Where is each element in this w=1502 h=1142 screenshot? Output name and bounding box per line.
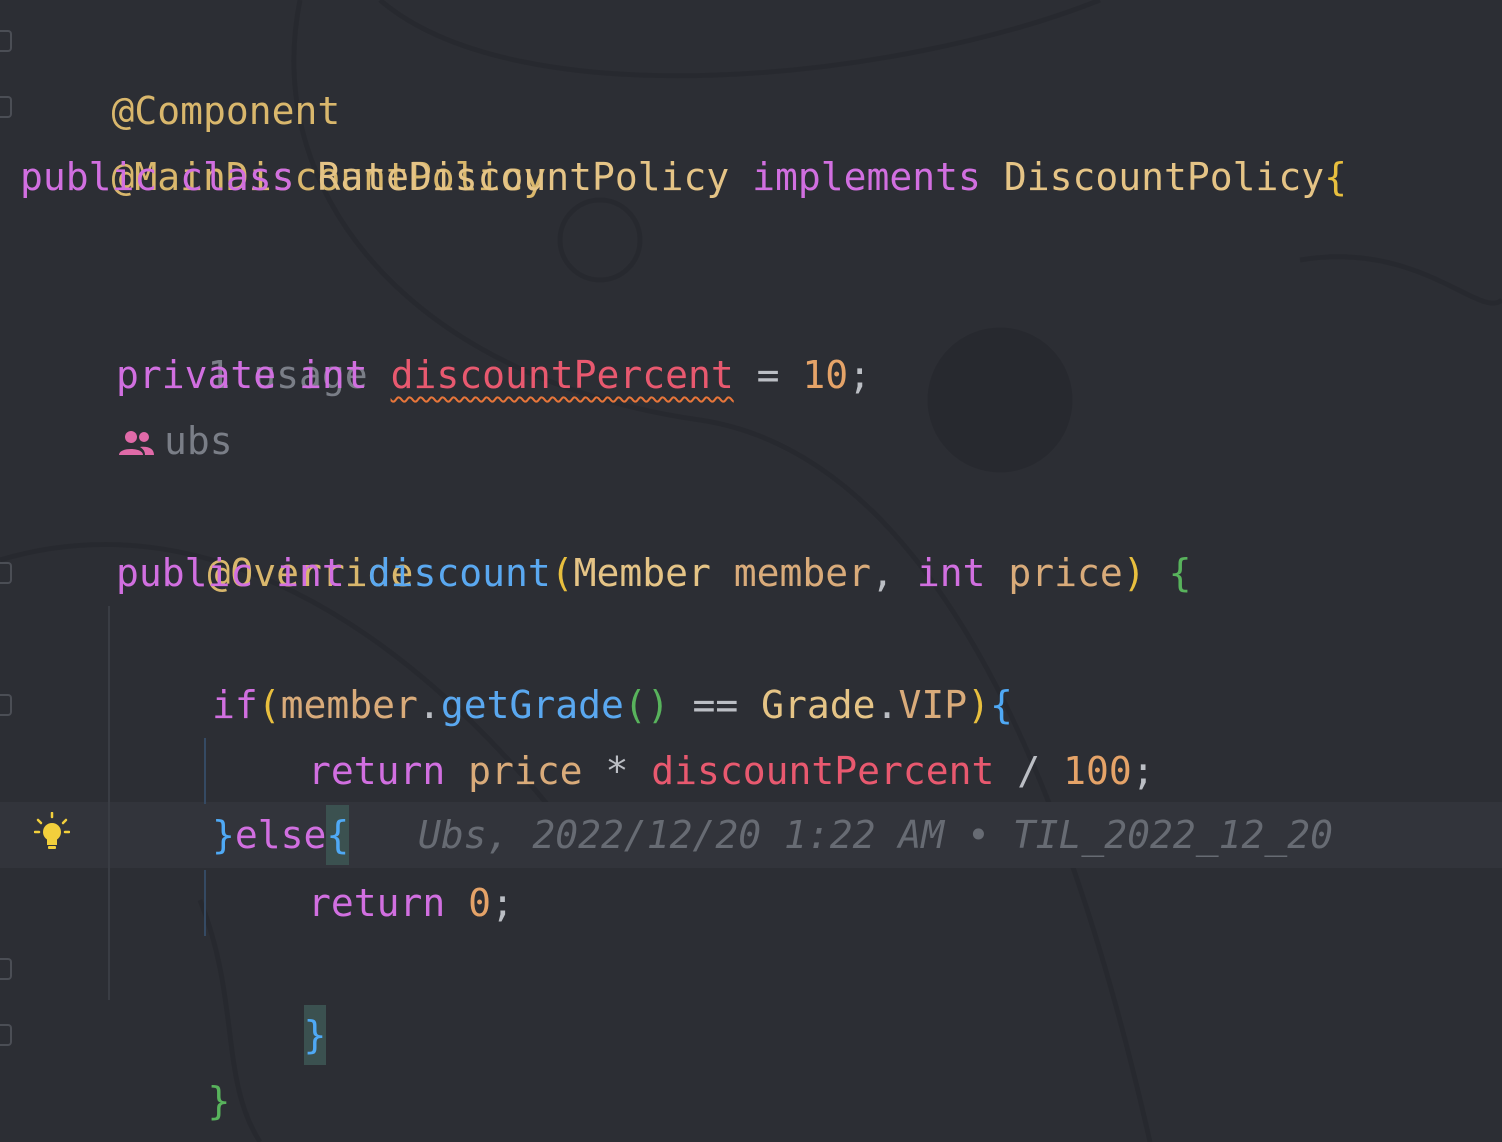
number-token: 0 — [468, 881, 492, 925]
keyword-token: else — [234, 813, 327, 857]
fold-marker[interactable] — [0, 694, 12, 716]
number-token: 100 — [1063, 749, 1132, 793]
keyword-token: public — [20, 155, 158, 199]
code-line[interactable]: @Component — [20, 12, 341, 133]
type-token: Grade — [761, 683, 876, 727]
fold-marker[interactable] — [0, 562, 12, 584]
method-name-token: discount — [367, 551, 551, 595]
git-blame-inlay[interactable]: Ubs, 2022/12/20 1:22 AM • TIL_2022_12_20 — [418, 813, 1333, 857]
author-hint-label: ubs — [164, 419, 233, 463]
keyword-token: private — [116, 353, 277, 397]
matched-brace-token: } — [303, 1005, 327, 1065]
fold-marker[interactable] — [0, 96, 12, 118]
keyword-token: class — [180, 155, 295, 199]
code-line[interactable]: @Override — [116, 474, 414, 595]
operator-token: * — [605, 749, 629, 793]
usage-hint[interactable]: 1 usage — [116, 276, 368, 397]
indent-guide — [108, 606, 110, 1000]
keyword-token: if — [212, 683, 258, 727]
author-hint[interactable]: ubs — [116, 408, 233, 474]
comma-token: , — [871, 551, 894, 595]
type-token: Member — [573, 551, 711, 595]
code-line[interactable]: public int discount(Member member, int p… — [116, 540, 1191, 606]
operator-token: / — [1017, 749, 1041, 793]
code-line[interactable]: return price * discountPercent / 100; — [308, 738, 1155, 804]
code-line[interactable]: } — [212, 936, 327, 1065]
brace-token: { — [1168, 551, 1192, 595]
paren-token: ( — [257, 683, 281, 727]
keyword-token: return — [308, 749, 446, 793]
operator-token: = — [756, 353, 780, 397]
code-line-current[interactable]: }else{ Ubs, 2022/12/20 1:22 AM • TIL_202… — [212, 802, 1333, 868]
semicolon-token: ; — [491, 881, 514, 925]
keyword-token: int — [299, 353, 368, 397]
param-token: member — [733, 551, 872, 595]
brace-token: } — [207, 1079, 231, 1123]
indent-guide — [204, 738, 206, 804]
code-line[interactable]: @MainDiscountPolicy — [20, 78, 547, 199]
brace-token: } — [212, 813, 235, 857]
paren-token: ) — [967, 683, 990, 727]
fold-marker[interactable] — [0, 1024, 12, 1046]
code-line[interactable]: return 0; — [308, 870, 514, 936]
brace-token: { — [989, 683, 1013, 727]
operator-token: == — [692, 683, 739, 727]
paren-token: ) — [1122, 551, 1146, 595]
brace-token: { — [1324, 155, 1348, 199]
dot-token: . — [417, 683, 441, 727]
param-token: price — [1008, 551, 1123, 595]
keyword-token: return — [308, 881, 446, 925]
field-token: discountPercent — [651, 749, 995, 793]
param-token: price — [468, 749, 583, 793]
lightbulb-icon[interactable] — [34, 812, 70, 852]
enum-value-token: VIP — [898, 683, 968, 727]
semicolon-token: ; — [1131, 749, 1155, 793]
paren-token: () — [623, 683, 670, 727]
class-name-token: RateDiscountPolicy — [317, 155, 730, 199]
code-line[interactable]: public class RateDiscountPolicy implemen… — [20, 144, 1347, 210]
param-token: member — [280, 683, 418, 727]
keyword-token: implements — [752, 155, 981, 199]
fold-marker[interactable] — [0, 958, 12, 980]
semicolon-token: ; — [848, 353, 872, 397]
code-line[interactable]: if(member.getGrade() == Grade.VIP){ — [212, 672, 1013, 738]
fold-marker[interactable] — [0, 30, 12, 52]
keyword-token: public — [116, 551, 254, 595]
code-line[interactable]: } — [20, 1068, 134, 1134]
interface-name-token: DiscountPolicy — [1003, 155, 1325, 199]
indent-guide — [204, 870, 206, 936]
code-line[interactable]: private int discountPercent = 10; — [116, 342, 871, 408]
field-token-warning[interactable]: discountPercent — [391, 353, 734, 397]
users-icon — [119, 430, 154, 455]
matched-brace-token: { — [326, 805, 350, 865]
code-line[interactable]: } — [116, 1002, 231, 1123]
code-editor[interactable]: @Component @MainDiscountPolicy public cl… — [0, 0, 1502, 1142]
method-call-token: getGrade — [440, 683, 624, 727]
keyword-token: int — [276, 551, 345, 595]
number-token: 10 — [802, 353, 849, 397]
dot-token: . — [875, 683, 899, 727]
keyword-token: int — [916, 551, 986, 595]
paren-token: ( — [550, 551, 574, 595]
